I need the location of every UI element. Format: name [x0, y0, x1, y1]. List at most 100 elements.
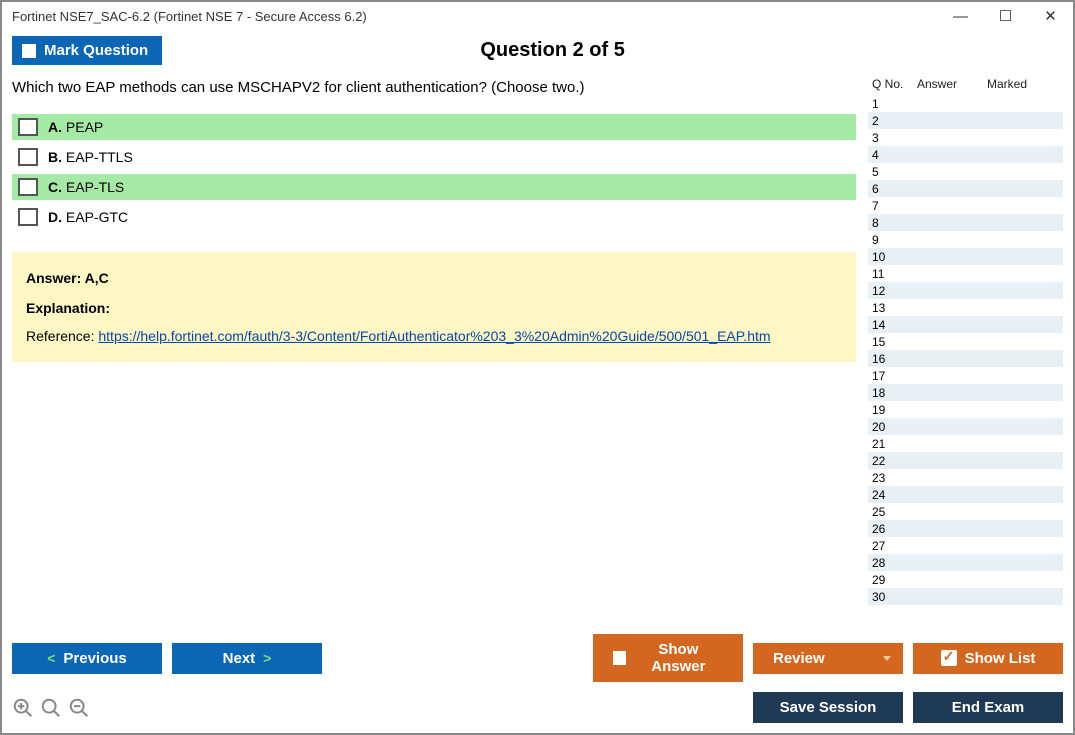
reference-line: Reference: https://help.fortinet.com/fau…	[26, 328, 842, 344]
qlist-row[interactable]: 12	[868, 282, 1063, 299]
qlist-row[interactable]: 4	[868, 146, 1063, 163]
save-session-label: Save Session	[780, 699, 877, 716]
qlist-row[interactable]: 14	[868, 316, 1063, 333]
qlist-row[interactable]: 26	[868, 520, 1063, 537]
maximize-button[interactable]: ☐	[983, 4, 1028, 28]
qlist-number: 19	[872, 403, 917, 417]
header-answer: Answer	[917, 77, 987, 91]
qlist-number: 15	[872, 335, 917, 349]
titlebar: Fortinet NSE7_SAC-6.2 (Fortinet NSE 7 - …	[2, 2, 1073, 30]
chevron-right-icon: >	[263, 650, 271, 666]
show-list-label: Show List	[965, 650, 1036, 667]
qlist-number: 16	[872, 352, 917, 366]
minimize-button[interactable]: —	[938, 4, 983, 28]
option-D[interactable]: D. EAP-GTC	[12, 204, 856, 230]
zoom-in-icon[interactable]	[12, 697, 34, 719]
qlist-row[interactable]: 30	[868, 588, 1063, 605]
option-A[interactable]: A. PEAP	[12, 114, 856, 140]
option-checkbox[interactable]	[18, 178, 38, 196]
explanation-label: Explanation:	[26, 300, 842, 316]
qlist-number: 28	[872, 556, 917, 570]
qlist-row[interactable]: 29	[868, 571, 1063, 588]
qlist-row[interactable]: 8	[868, 214, 1063, 231]
options-list: A. PEAP B. EAP-TTLS C. EAP-TLS D. EAP-GTC	[12, 114, 856, 230]
qlist-number: 4	[872, 148, 917, 162]
option-C[interactable]: C. EAP-TLS	[12, 174, 856, 200]
qlist-row[interactable]: 23	[868, 469, 1063, 486]
qlist-row[interactable]: 10	[868, 248, 1063, 265]
header-marked: Marked	[987, 77, 1059, 91]
show-answer-button[interactable]: Show Answer	[593, 634, 743, 682]
qlist-number: 14	[872, 318, 917, 332]
end-exam-label: End Exam	[952, 699, 1025, 716]
app-window: Fortinet NSE7_SAC-6.2 (Fortinet NSE 7 - …	[0, 0, 1075, 735]
option-B[interactable]: B. EAP-TTLS	[12, 144, 856, 170]
qlist-row[interactable]: 27	[868, 537, 1063, 554]
end-exam-button[interactable]: End Exam	[913, 692, 1063, 723]
qlist-row[interactable]: 11	[868, 265, 1063, 282]
qlist-number: 6	[872, 182, 917, 196]
previous-label: Previous	[63, 650, 126, 667]
answer-value: Answer: A,C	[26, 270, 842, 286]
option-text: C. EAP-TLS	[48, 179, 124, 195]
qlist-row[interactable]: 2	[868, 112, 1063, 129]
show-list-button[interactable]: Show List	[913, 643, 1063, 674]
qlist-row[interactable]: 13	[868, 299, 1063, 316]
qlist-number: 12	[872, 284, 917, 298]
header-qno: Q No.	[872, 77, 917, 91]
qlist-number: 7	[872, 199, 917, 213]
qlist-row[interactable]: 15	[868, 333, 1063, 350]
qlist-number: 5	[872, 165, 917, 179]
qlist-number: 22	[872, 454, 917, 468]
qlist-row[interactable]: 22	[868, 452, 1063, 469]
qlist-row[interactable]: 5	[868, 163, 1063, 180]
qlist-row[interactable]: 24	[868, 486, 1063, 503]
qlist-row[interactable]: 9	[868, 231, 1063, 248]
chevron-left-icon: <	[47, 650, 55, 666]
option-checkbox[interactable]	[18, 148, 38, 166]
qlist-number: 23	[872, 471, 917, 485]
qlist-row[interactable]: 1	[868, 95, 1063, 112]
qlist-row[interactable]: 21	[868, 435, 1063, 452]
question-list-panel: Q No. Answer Marked 12345678910111213141…	[868, 75, 1063, 624]
option-checkbox[interactable]	[18, 118, 38, 136]
qlist-row[interactable]: 18	[868, 384, 1063, 401]
qlist-row[interactable]: 3	[868, 129, 1063, 146]
qlist-row[interactable]: 28	[868, 554, 1063, 571]
qlist-number: 13	[872, 301, 917, 315]
option-text: D. EAP-GTC	[48, 209, 128, 225]
qlist-row[interactable]: 25	[868, 503, 1063, 520]
option-checkbox[interactable]	[18, 208, 38, 226]
qlist-body[interactable]: 1234567891011121314151617181920212223242…	[868, 95, 1063, 624]
qlist-row[interactable]: 20	[868, 418, 1063, 435]
main-column: Which two EAP methods can use MSCHAPV2 f…	[12, 75, 856, 624]
previous-button[interactable]: < Previous	[12, 643, 162, 674]
qlist-row[interactable]: 6	[868, 180, 1063, 197]
qlist-number: 8	[872, 216, 917, 230]
checkbox-icon	[22, 44, 36, 58]
reference-prefix: Reference:	[26, 328, 98, 344]
close-button[interactable]: ✕	[1028, 4, 1073, 28]
answer-panel: Answer: A,C Explanation: Reference: http…	[12, 252, 856, 362]
qlist-number: 11	[872, 267, 917, 281]
qlist-row[interactable]: 7	[868, 197, 1063, 214]
bottombar: < Previous Next > Show Answer Review Sho…	[2, 624, 1073, 733]
zoom-out-icon[interactable]	[68, 697, 90, 719]
qlist-number: 9	[872, 233, 917, 247]
qlist-number: 18	[872, 386, 917, 400]
qlist-row[interactable]: 19	[868, 401, 1063, 418]
zoom-reset-icon[interactable]	[40, 697, 62, 719]
reference-link[interactable]: https://help.fortinet.com/fauth/3-3/Cont…	[98, 328, 770, 344]
save-session-button[interactable]: Save Session	[753, 692, 903, 723]
qlist-row[interactable]: 17	[868, 367, 1063, 384]
next-button[interactable]: Next >	[172, 643, 322, 674]
qlist-number: 30	[872, 590, 917, 604]
zoom-controls	[12, 697, 90, 719]
button-row-1: < Previous Next > Show Answer Review Sho…	[12, 634, 1063, 682]
qlist-number: 10	[872, 250, 917, 264]
option-text: B. EAP-TTLS	[48, 149, 133, 165]
mark-question-button[interactable]: Mark Question	[12, 36, 162, 65]
qlist-row[interactable]: 16	[868, 350, 1063, 367]
review-button[interactable]: Review	[753, 643, 903, 674]
qlist-number: 2	[872, 114, 917, 128]
